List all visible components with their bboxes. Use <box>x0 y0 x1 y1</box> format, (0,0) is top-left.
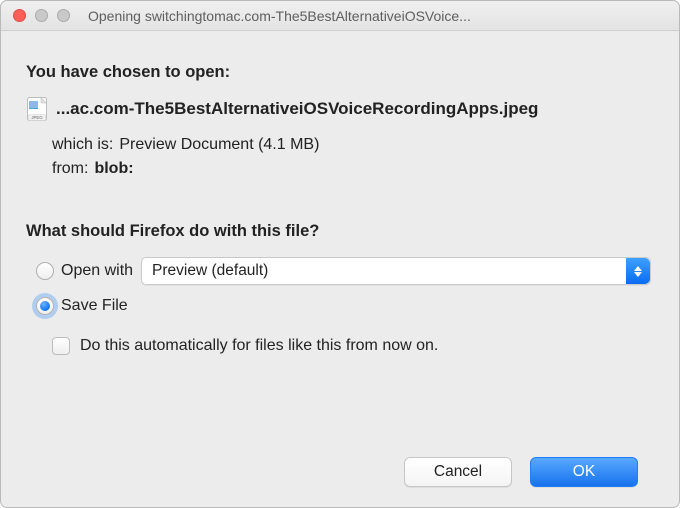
from-value: blob: <box>94 160 133 178</box>
cancel-button[interactable]: Cancel <box>404 457 512 487</box>
download-dialog: Opening switchingtomac.com-The5BestAlter… <box>0 0 680 508</box>
window-title: Opening switchingtomac.com-The5BestAlter… <box>88 8 679 24</box>
ok-button[interactable]: OK <box>530 457 638 487</box>
maximize-icon[interactable] <box>57 9 70 22</box>
svg-text:JPEG: JPEG <box>31 115 43 120</box>
file-row: JPEG ...ac.com-The5BestAlternativeiOSVoi… <box>26 96 654 122</box>
close-icon[interactable] <box>13 9 26 22</box>
from-label: from: <box>52 160 88 178</box>
radio-open-with[interactable] <box>36 262 54 280</box>
open-with-label: Open with <box>61 262 133 280</box>
file-meta: which is: Preview Document (4.1 MB) from… <box>52 136 654 184</box>
auto-label: Do this automatically for files like thi… <box>80 337 438 355</box>
titlebar[interactable]: Opening switchingtomac.com-The5BestAlter… <box>1 1 679 31</box>
action-section: What should Firefox do with this file? O… <box>26 212 654 355</box>
option-open-with[interactable]: Open with Preview (default) <box>36 257 654 285</box>
which-is-value: Preview Document (4.1 MB) <box>119 136 319 154</box>
button-row: Cancel OK <box>26 457 654 507</box>
open-prompt: You have chosen to open: <box>26 63 654 82</box>
traffic-lights <box>13 9 70 22</box>
open-with-select[interactable]: Preview (default) <box>141 257 651 285</box>
action-prompt: What should Firefox do with this file? <box>26 222 654 241</box>
chevron-up-down-icon <box>626 258 650 284</box>
ok-label: OK <box>573 463 595 481</box>
open-with-value: Preview (default) <box>152 262 268 280</box>
option-save-file[interactable]: Save File <box>36 297 654 315</box>
cancel-label: Cancel <box>434 463 482 481</box>
save-file-label: Save File <box>61 297 128 315</box>
minimize-icon[interactable] <box>35 9 48 22</box>
which-is-label: which is: <box>52 136 113 154</box>
file-name: ...ac.com-The5BestAlternativeiOSVoiceRec… <box>56 99 538 119</box>
auto-checkbox[interactable] <box>52 337 70 355</box>
auto-row[interactable]: Do this automatically for files like thi… <box>52 337 654 355</box>
dialog-content: You have chosen to open: JPEG ...ac.com-… <box>1 31 679 507</box>
radio-save-file[interactable] <box>36 297 54 315</box>
file-icon: JPEG <box>26 96 48 122</box>
